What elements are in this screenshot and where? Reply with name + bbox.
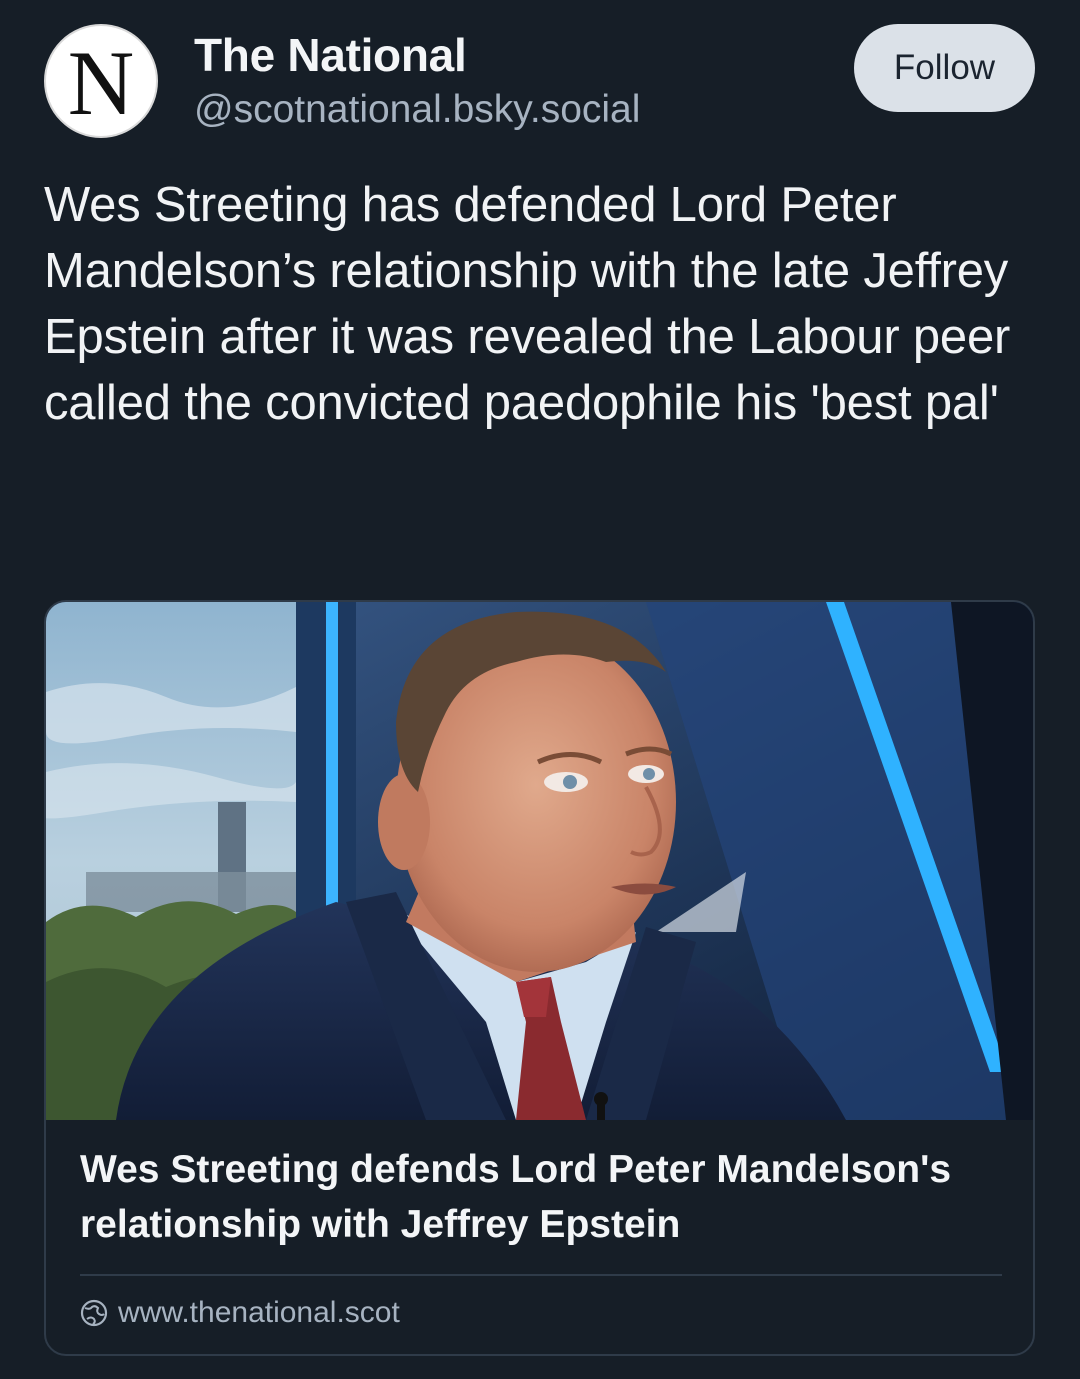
- follow-button[interactable]: Follow: [854, 24, 1035, 112]
- globe-icon: [80, 1299, 108, 1327]
- link-card-image[interactable]: [46, 602, 1033, 1120]
- link-card-title[interactable]: Wes Streeting defends Lord Peter Mandels…: [80, 1142, 1010, 1252]
- avatar[interactable]: N: [44, 24, 158, 138]
- link-card[interactable]: Wes Streeting defends Lord Peter Mandels…: [44, 600, 1035, 1356]
- avatar-logo-letter: N: [67, 32, 135, 134]
- author-display-name[interactable]: The National: [194, 28, 467, 82]
- link-card-divider: [80, 1274, 1002, 1276]
- link-card-domain[interactable]: www.thenational.scot: [80, 1292, 400, 1334]
- post-text: Wes Streeting has defended Lord Peter Ma…: [44, 178, 1011, 430]
- post: N The National @scotnational.bsky.social…: [0, 0, 1080, 1379]
- author-handle[interactable]: @scotnational.bsky.social: [194, 88, 640, 132]
- link-card-domain-text: www.thenational.scot: [118, 1296, 400, 1329]
